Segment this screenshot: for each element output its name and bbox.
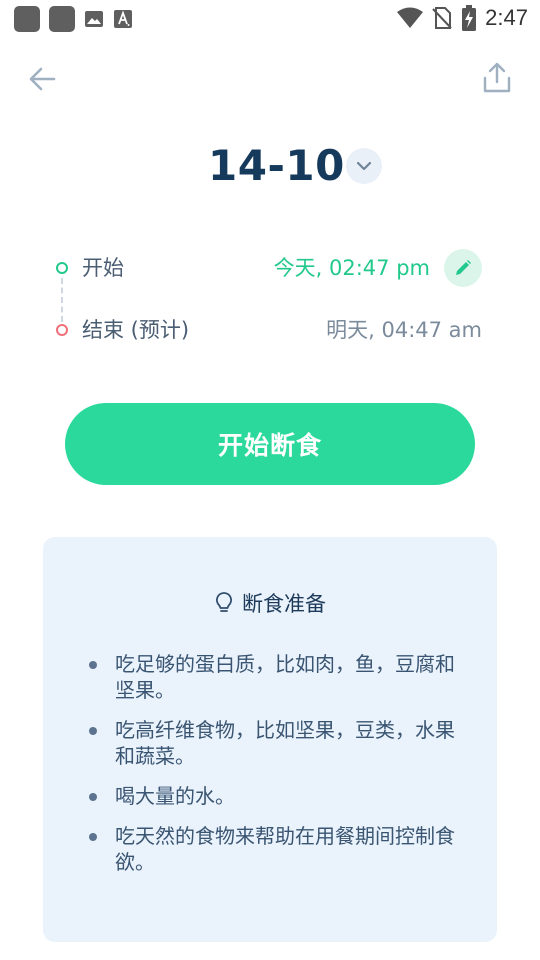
status-bar-notifications <box>14 6 133 32</box>
tip-text: 吃足够的蛋白质，比如肉，鱼，豆腐和坚果。 <box>115 652 455 702</box>
pencil-icon <box>456 260 471 275</box>
end-dot <box>56 324 68 336</box>
wifi-icon <box>397 7 424 28</box>
tips-list: 吃足够的蛋白质，比如肉，鱼，豆腐和坚果。 吃高纤维食物，比如坚果，豆类，水果和蔬… <box>89 651 459 889</box>
end-time-row: 结束 (预计) 明天, 04:47 am <box>0 310 540 350</box>
plan-title: 14-10 <box>208 141 345 190</box>
start-time-value[interactable]: 今天, 02:47 pm <box>274 248 430 288</box>
start-fast-button[interactable]: 开始断食 <box>65 403 475 485</box>
start-dot <box>56 262 68 274</box>
plan-dropdown-button[interactable] <box>346 148 382 184</box>
tip-text: 吃高纤维食物，比如坚果，豆类，水果和蔬菜。 <box>115 718 455 768</box>
app-icon <box>49 6 75 32</box>
start-time-row: 开始 今天, 02:47 pm <box>0 248 540 288</box>
plan-selector: 14-10 <box>0 138 540 194</box>
tips-card: 断食准备 吃足够的蛋白质，比如肉，鱼，豆腐和坚果。 吃高纤维食物，比如坚果，豆类… <box>43 537 497 942</box>
list-item: 喝大量的水。 <box>89 783 459 809</box>
list-item: 吃足够的蛋白质，比如肉，鱼，豆腐和坚果。 <box>89 651 459 703</box>
start-label: 开始 <box>82 256 124 280</box>
arrow-left-icon <box>29 67 56 91</box>
back-button[interactable] <box>26 62 60 96</box>
status-bar-system: 2:47 <box>397 4 528 32</box>
end-time-value: 明天, 04:47 am <box>326 318 482 342</box>
chevron-down-icon <box>356 161 372 171</box>
status-bar: 2:47 <box>0 0 540 36</box>
end-label: 结束 (预计) <box>82 318 190 342</box>
share-icon <box>483 62 511 93</box>
battery-charging-icon <box>462 5 477 31</box>
status-time: 2:47 <box>485 5 528 30</box>
tips-title: 断食准备 <box>242 592 326 616</box>
list-item: 吃高纤维食物，比如坚果，豆类，水果和蔬菜。 <box>89 717 459 769</box>
list-item: 吃天然的食物来帮助在用餐期间控制食欲。 <box>89 823 459 875</box>
lightbulb-icon <box>216 592 232 612</box>
font-icon <box>114 10 132 28</box>
bullet <box>89 833 97 841</box>
bullet <box>89 661 97 669</box>
no-sim-icon <box>432 7 452 29</box>
tips-header: 断食准备 <box>43 587 497 619</box>
image-icon <box>85 11 103 27</box>
bullet <box>89 793 97 801</box>
app-icon <box>14 6 40 32</box>
tip-text: 吃天然的食物来帮助在用餐期间控制食欲。 <box>115 824 455 874</box>
edit-start-time-button[interactable] <box>444 249 482 287</box>
tip-text: 喝大量的水。 <box>115 784 235 808</box>
share-button[interactable] <box>480 60 514 96</box>
bullet <box>89 727 97 735</box>
